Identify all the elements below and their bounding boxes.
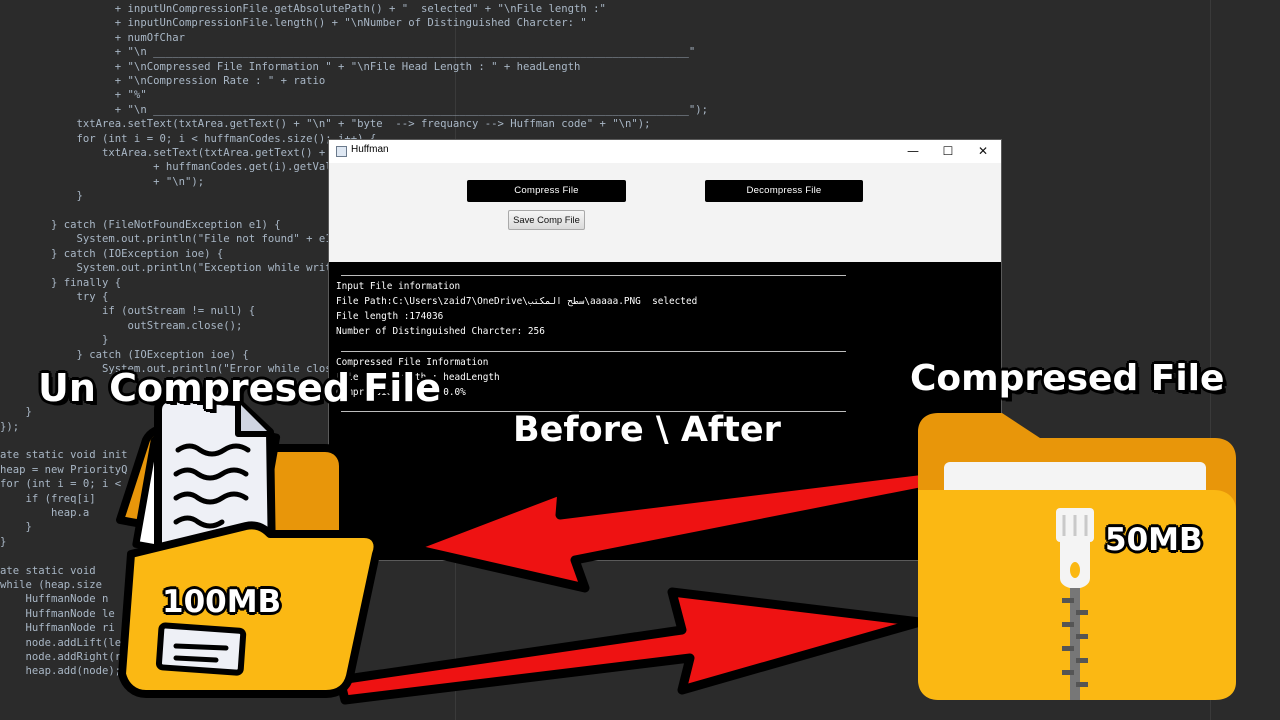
arrow-left-icon	[405, 465, 935, 593]
compressed-size-label: 50MB	[1105, 522, 1203, 558]
compressed-file-title: Compresed File	[910, 358, 1225, 399]
arrow-right-icon	[335, 587, 925, 705]
thumbnail-overlay: Un Compresed File Compresed File Before …	[0, 0, 1280, 720]
uncompressed-folder-icon	[116, 394, 382, 698]
before-after-title: Before \ After	[513, 410, 781, 450]
uncompressed-file-title: Un Compresed File	[38, 366, 442, 410]
uncompressed-size-label: 100MB	[162, 584, 282, 620]
